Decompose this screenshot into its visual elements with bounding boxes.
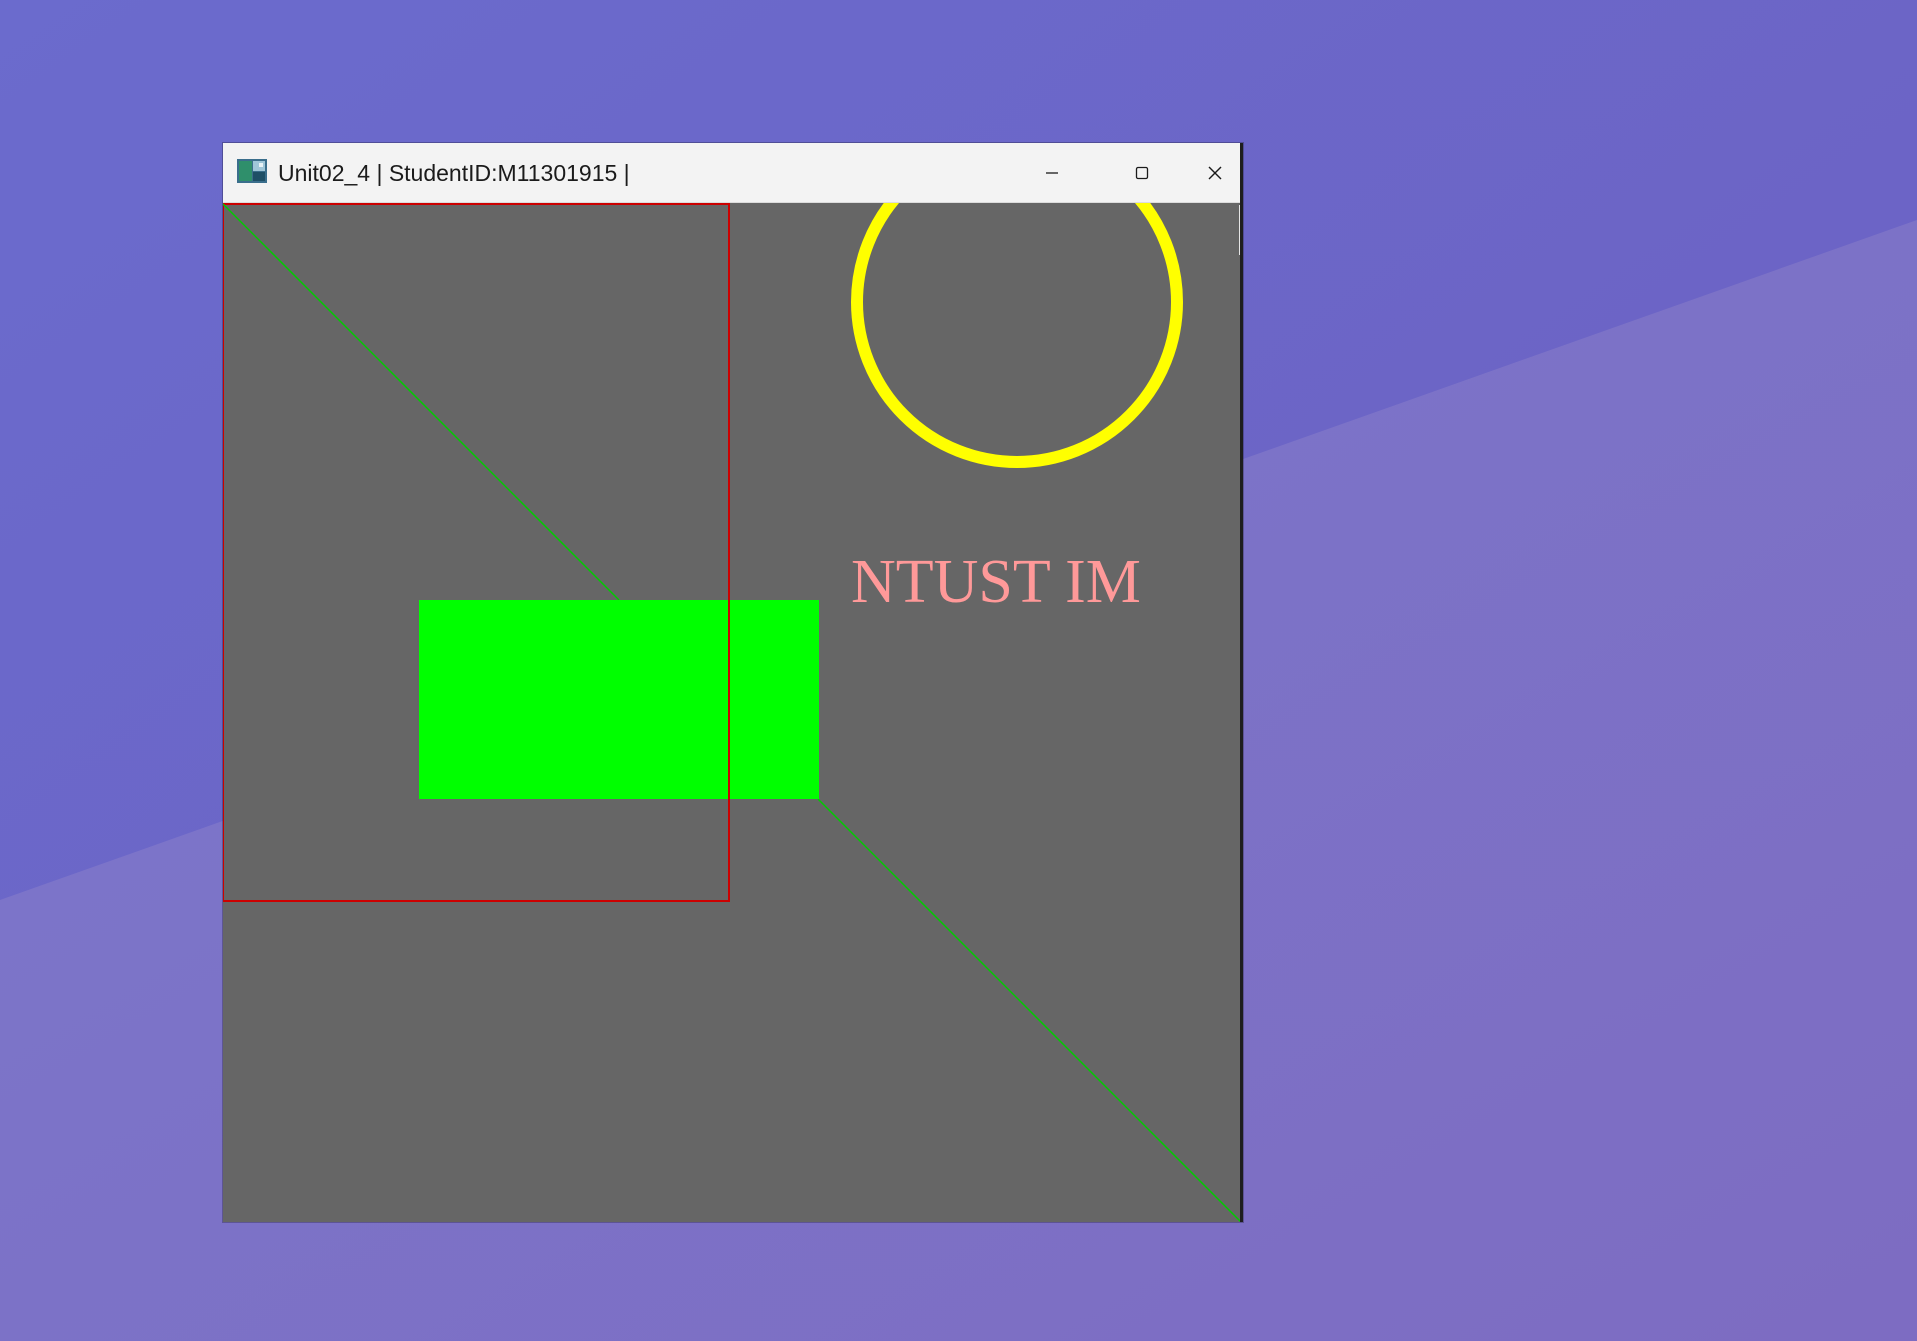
drawing-canvas[interactable]: NTUST IM [223,203,1243,1222]
diagonal-line-upper [223,203,620,601]
app-icon [237,159,267,183]
close-icon [1207,165,1223,181]
maximize-icon [1135,166,1149,180]
window-right-border [1240,143,1243,1222]
canvas-drawing: NTUST IM [223,203,1242,1222]
app-window: Unit02_4 | StudentID:M11301915 | NTUST I… [223,143,1243,1222]
window-title: Unit02_4 | StudentID:M11301915 | [278,160,630,186]
diagonal-line-lower [817,798,1242,1222]
filled-rectangle [419,600,819,799]
title-bar[interactable]: Unit02_4 | StudentID:M11301915 | [223,143,1243,203]
canvas-text: NTUST IM [851,548,1141,616]
close-button[interactable] [1187,143,1243,203]
minimize-button[interactable] [1007,143,1097,203]
minimize-icon [1045,166,1059,180]
yellow-circle [851,203,1183,468]
maximize-button[interactable] [1097,143,1187,203]
